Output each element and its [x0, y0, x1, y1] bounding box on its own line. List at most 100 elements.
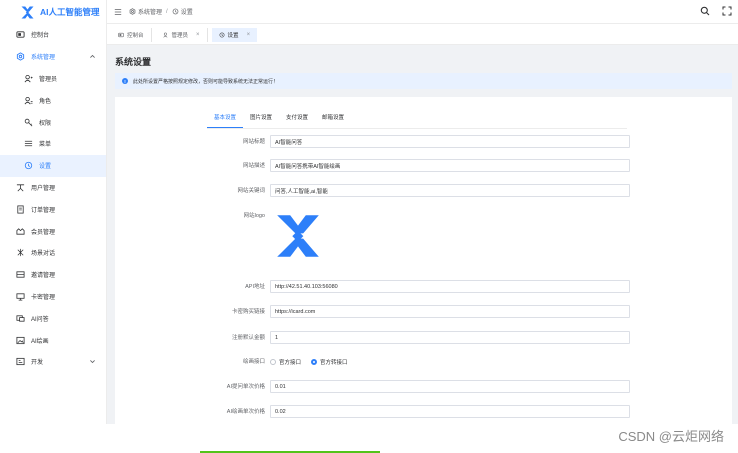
- site-title-row: 网站标题 AI智能问答: [115, 135, 732, 148]
- sidebar-item-label: 权限: [39, 120, 52, 127]
- top-header: 系统管理 / 设置: [107, 0, 738, 24]
- tab-dashboard[interactable]: 控制台: [111, 27, 152, 42]
- qa-price-input[interactable]: 0.01: [270, 380, 630, 393]
- site-desc-row: 网站描述 AI智能问答携带AI智能绘画: [115, 159, 732, 172]
- order-icon: [16, 205, 25, 214]
- image-icon: [16, 336, 25, 345]
- card-url-input[interactable]: https://icard.com: [270, 305, 630, 318]
- chevron-down-icon: [90, 360, 95, 364]
- settings-icon: [16, 52, 25, 61]
- tab-payment-settings[interactable]: 支付设置: [279, 113, 315, 128]
- admin-user-icon: [162, 32, 167, 38]
- register-amount-input[interactable]: 1: [270, 331, 630, 344]
- page-title: 系统设置: [115, 57, 152, 67]
- sidebar-item-members[interactable]: 会员管理: [0, 220, 106, 242]
- sidebar-item-label: 开发: [31, 360, 44, 367]
- draw-price-label: AI绘画单次价格: [226, 409, 265, 415]
- key-icon: [24, 118, 33, 127]
- site-logo-upload[interactable]: [272, 210, 324, 262]
- sidebar-item-ai-draw[interactable]: AI绘画: [0, 329, 106, 351]
- sidebar-item-label: 卡密管理: [31, 294, 56, 301]
- sidebar-item-label: 管理员: [39, 76, 58, 83]
- invite-icon: [16, 270, 25, 279]
- tab-settings[interactable]: 设置 ×: [211, 27, 258, 42]
- sidebar-item-label: 控制台: [31, 33, 50, 40]
- site-keywords-input[interactable]: 问答,人工智能,ai,智能: [270, 184, 630, 197]
- users-icon: [16, 183, 25, 192]
- tab-admins[interactable]: 管理员 ×: [156, 27, 208, 42]
- site-desc-input[interactable]: AI智能问答携带AI智能绘画: [270, 159, 630, 172]
- breadcrumb-label: 设置: [180, 10, 193, 16]
- gear-icon: [219, 32, 224, 37]
- sidebar-item-settings[interactable]: 设置: [0, 154, 106, 177]
- radio-official[interactable]: 官方接口: [270, 358, 301, 366]
- sidebar-item-menus[interactable]: 菜单: [0, 133, 106, 155]
- tab-email-settings[interactable]: 邮箱设置: [315, 113, 351, 128]
- warning-alert: ! 此处所设置严格按照规定修改，否则可能导致系统无法正常运行！: [115, 73, 732, 89]
- settings-card: 基本设置 图片设置 支付设置 邮箱设置 网站标题 AI智能问答 网站描述 AI智…: [115, 97, 732, 424]
- draw-price-row: AI绘画单次价格 0.02: [115, 405, 732, 418]
- sidebar-item-roles[interactable]: 角色: [0, 89, 106, 111]
- draw-price-input[interactable]: 0.02: [270, 405, 630, 418]
- search-icon[interactable]: [700, 6, 710, 16]
- site-logo-label: 网站logo: [243, 213, 265, 219]
- breadcrumb-separator: /: [166, 8, 168, 15]
- radio-official-relay[interactable]: 官方转接口: [311, 358, 348, 366]
- register-amount-row: 注册默认金额 1: [115, 331, 732, 344]
- fullscreen-icon[interactable]: [722, 6, 732, 16]
- radio-circle: [270, 358, 276, 365]
- sidebar-item-ai-qa[interactable]: AI问答: [0, 307, 106, 329]
- brand-title: AI人工智能管理: [40, 7, 100, 17]
- card-url-row: 卡密购买链接 https://icard.com: [115, 305, 732, 318]
- info-icon: !: [122, 78, 128, 84]
- sidebar-item-permissions[interactable]: 权限: [0, 111, 106, 133]
- sidebar-item-system[interactable]: 系统管理: [0, 46, 106, 68]
- settings-tabs: 基本设置 图片设置 支付设置 邮箱设置: [207, 113, 351, 128]
- site-logo-row: 网站logo: [115, 209, 732, 222]
- sidebar-item-invites[interactable]: 邀请管理: [0, 264, 106, 286]
- site-title-input[interactable]: AI智能问答: [270, 135, 630, 148]
- brand[interactable]: AI人工智能管理: [0, 0, 106, 24]
- sidebar-item-label: 邀请管理: [31, 273, 56, 280]
- sidebar-item-orders[interactable]: 订单管理: [0, 198, 106, 220]
- close-icon[interactable]: ×: [247, 32, 251, 38]
- settings-icon: [129, 8, 136, 15]
- gear-icon: [24, 161, 33, 170]
- sidebar-item-cards[interactable]: 卡密管理: [0, 286, 106, 308]
- radio-label: 官方转接口: [320, 359, 348, 366]
- brand-logo-icon: [21, 6, 34, 18]
- sidebar-item-admins[interactable]: 管理员: [0, 68, 106, 90]
- sidebar-item-dashboard[interactable]: 控制台: [0, 24, 106, 46]
- close-icon[interactable]: ×: [196, 32, 200, 38]
- sidebar-item-label: 订单管理: [31, 207, 56, 214]
- member-icon: [16, 227, 25, 236]
- sidebar-item-label: 设置: [39, 164, 52, 171]
- sidebar-item-dev[interactable]: 开发: [0, 351, 106, 373]
- site-desc-label: 网站描述: [242, 163, 265, 169]
- breadcrumb-item-system[interactable]: 系统管理: [129, 7, 162, 16]
- qa-price-label: AI提问单次价格: [226, 384, 265, 390]
- menu-list-icon: [24, 139, 33, 148]
- qa-icon: [16, 314, 25, 323]
- sidebar-item-scene-chat[interactable]: 场景对话: [0, 242, 106, 264]
- radio-circle-selected: [311, 358, 318, 365]
- card-icon: [16, 292, 25, 301]
- tab-image-settings[interactable]: 图片设置: [243, 113, 279, 128]
- card-url-label: 卡密购买链接: [231, 309, 265, 315]
- api-input[interactable]: http://42.51.40.103:56080: [270, 280, 630, 293]
- header-actions: [700, 6, 732, 16]
- site-keywords-row: 网站关键词 问答,人工智能,ai,智能: [115, 184, 732, 197]
- role-icon: [24, 96, 33, 105]
- dashboard-icon: [118, 32, 124, 37]
- sidebar-item-label: 场景对话: [31, 251, 56, 258]
- radio-label: 官方接口: [279, 359, 302, 366]
- sidebar-item-users[interactable]: 用户管理: [0, 177, 106, 199]
- dashboard-icon: [16, 30, 25, 39]
- sidebar-item-label: 系统管理: [31, 55, 56, 62]
- register-amount-label: 注册默认金额: [231, 335, 265, 341]
- tab-basic-settings[interactable]: 基本设置: [207, 113, 244, 128]
- api-row: API地址 http://42.51.40.103:56080: [115, 280, 732, 293]
- main-content: 系统设置 ! 此处所设置严格按照规定修改，否则可能导致系统无法正常运行！ 基本设…: [107, 45, 738, 424]
- menu-toggle-icon[interactable]: [114, 8, 122, 16]
- tabs-divider: [207, 128, 627, 129]
